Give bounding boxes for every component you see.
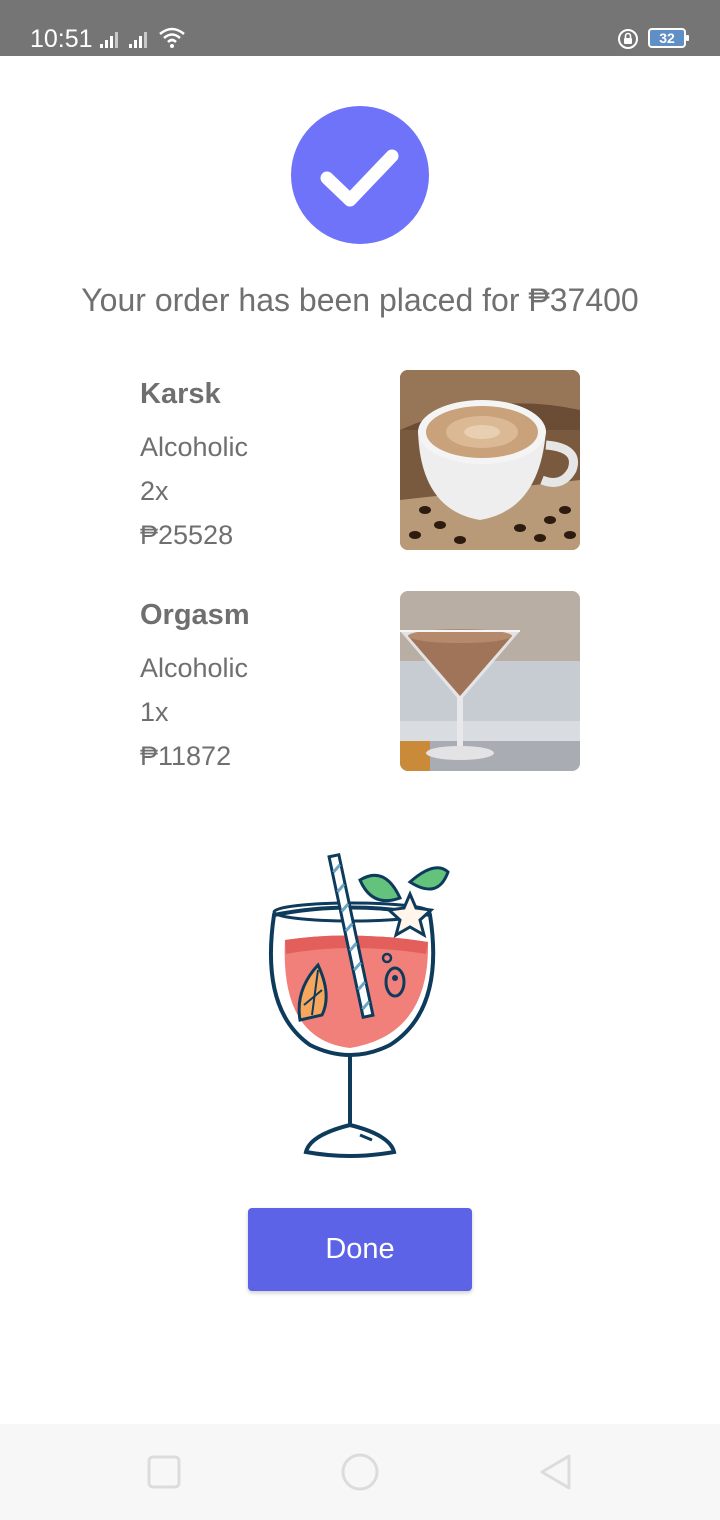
- order-item: Orgasm Alcoholic 1x ₱11872: [140, 591, 580, 771]
- battery-icon: 32: [648, 28, 689, 48]
- order-item: Karsk Alcoholic 2x ₱25528: [140, 370, 580, 550]
- status-time: 10:51: [30, 25, 93, 53]
- item-category: Alcoholic: [140, 432, 249, 462]
- item-quantity: 2x: [140, 476, 169, 506]
- cocktail-glass-illustration: [268, 852, 450, 1158]
- signal-icon: [129, 30, 151, 48]
- signal-icon: [100, 30, 122, 48]
- cocktail-glass-image: [400, 591, 580, 771]
- coffee-cup-image: [400, 370, 580, 550]
- recent-apps-icon[interactable]: [144, 1452, 184, 1492]
- done-button[interactable]: Done: [248, 1208, 472, 1291]
- item-name: Karsk: [140, 378, 221, 410]
- order-confirmation-message: Your order has been placed for ₱37400: [81, 282, 639, 318]
- rotation-lock-icon: [618, 29, 638, 49]
- status-bar: 10:51 32: [0, 0, 720, 56]
- navigation-bar: [0, 1424, 720, 1520]
- item-category: Alcoholic: [140, 653, 249, 683]
- home-icon[interactable]: [340, 1452, 380, 1492]
- wifi-icon: [159, 27, 185, 48]
- back-icon[interactable]: [536, 1452, 576, 1492]
- item-name: Orgasm: [140, 599, 250, 631]
- success-check-icon: [291, 106, 429, 244]
- item-quantity: 1x: [140, 697, 169, 727]
- item-price: ₱11872: [140, 741, 232, 771]
- item-price: ₱25528: [140, 520, 234, 550]
